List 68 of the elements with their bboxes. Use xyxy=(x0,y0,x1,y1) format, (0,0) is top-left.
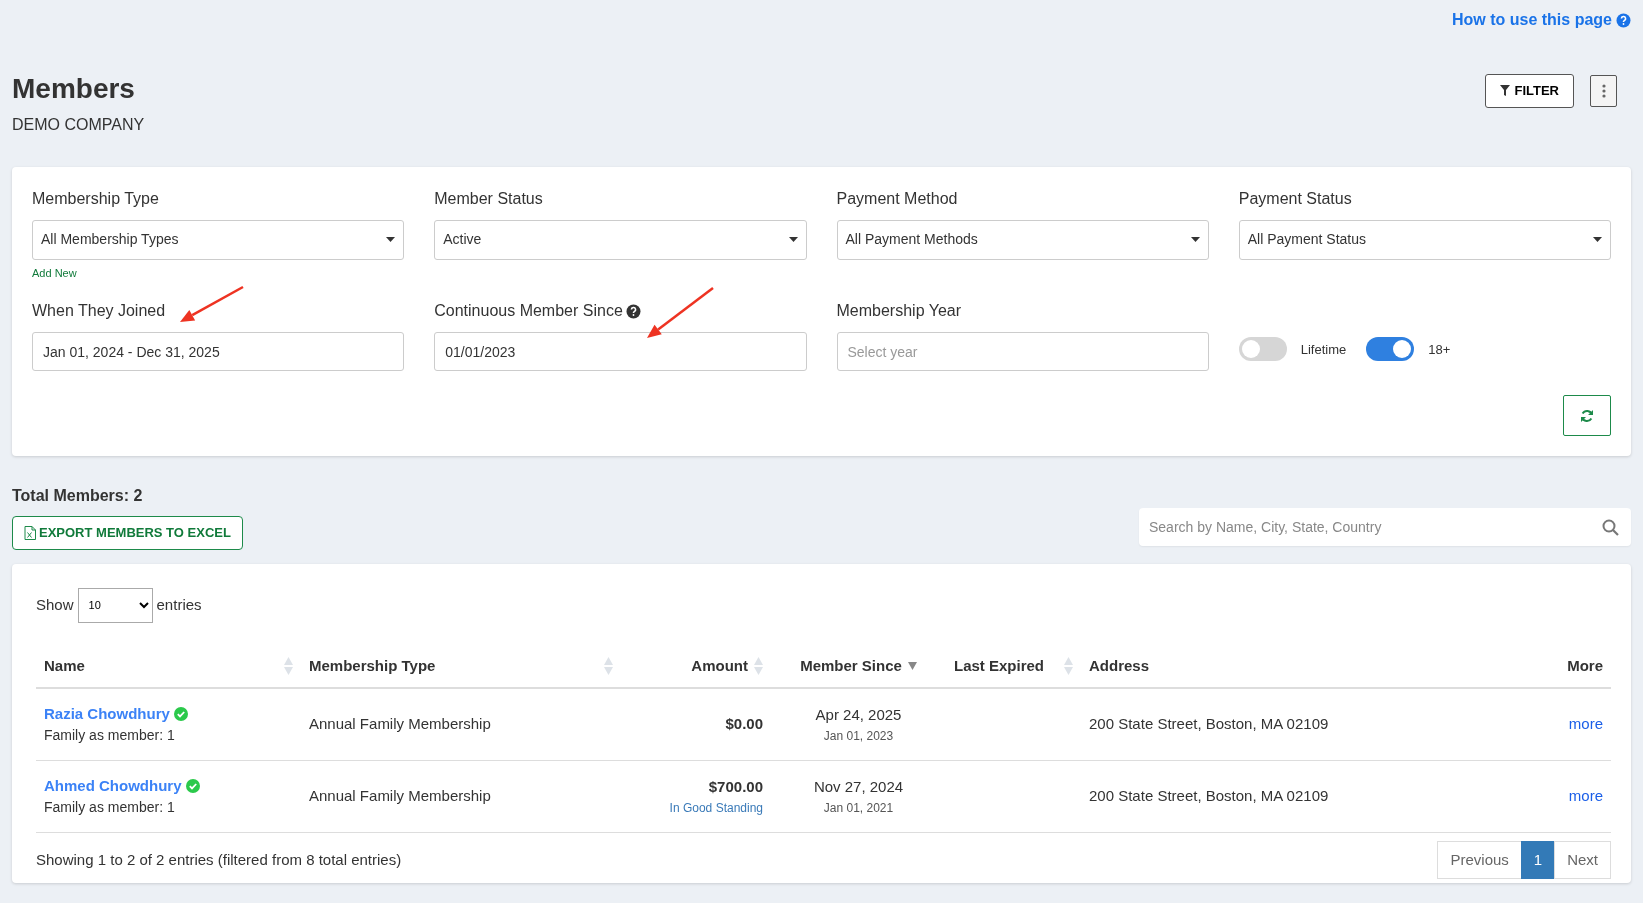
caret-icon xyxy=(386,237,396,243)
excel-file-icon xyxy=(24,526,36,541)
entries-label: entries xyxy=(156,595,202,616)
original-join-date: Jan 01, 2021 xyxy=(822,799,895,817)
membership-type: Annual Family Membership xyxy=(309,787,491,805)
dropdown[interactable]: All Membership Types xyxy=(32,219,405,260)
dots-icon xyxy=(1601,83,1606,98)
dropdown[interactable]: Active xyxy=(434,219,807,260)
address: 200 State Street, Boston, MA 02109 xyxy=(1089,715,1329,733)
family-count: Family as member: 1 xyxy=(44,798,176,818)
member-name-link[interactable]: Ahmed Chowdhury xyxy=(44,774,182,798)
column-header[interactable]: More xyxy=(1531,644,1611,689)
toggle-switch[interactable] xyxy=(1366,337,1415,362)
more-link[interactable]: more xyxy=(1568,787,1603,805)
export-button[interactable]: EXPORT MEMBERS TO EXCEL xyxy=(12,516,243,550)
caret-icon xyxy=(1593,237,1602,243)
member-since-date: Apr 24, 2025 xyxy=(814,705,903,726)
dropdown[interactable]: All Payment Status xyxy=(1238,219,1611,260)
field-label: Membership Type xyxy=(32,188,159,209)
field-label: When They Joined xyxy=(32,301,166,322)
address: 200 State Street, Boston, MA 02109 xyxy=(1089,787,1329,805)
family-count: Family as member: 1 xyxy=(44,726,176,746)
help-link[interactable]: How to use this page xyxy=(1452,8,1631,32)
filter-button[interactable]: FILTER xyxy=(1485,74,1574,108)
show-label: Show xyxy=(36,595,74,616)
field-label: Member Status xyxy=(434,188,543,209)
column-header[interactable]: Address xyxy=(1081,644,1531,689)
membership-type: Annual Family Membership xyxy=(309,715,491,733)
search-icon xyxy=(1602,518,1619,536)
amount: $0.00 xyxy=(724,714,763,735)
column-header[interactable]: Name xyxy=(36,644,301,689)
page-size-select[interactable]: 10 xyxy=(77,587,153,623)
pagination-button[interactable]: Next xyxy=(1554,840,1611,880)
member-name-link[interactable]: Razia Chowdhury xyxy=(44,702,170,726)
column-header[interactable]: Membership Type xyxy=(301,644,621,689)
member-since-date: Nov 27, 2024 xyxy=(812,777,905,798)
toggle-switch[interactable] xyxy=(1238,337,1287,362)
more-link[interactable]: more xyxy=(1568,715,1603,733)
input-field[interactable]: Jan 01, 2024 - Dec 31, 2025 xyxy=(32,332,405,372)
total-count: Total Members: 2 xyxy=(12,486,144,507)
caret-icon xyxy=(788,237,798,243)
page-title: Members xyxy=(12,74,136,105)
field-label: Payment Status xyxy=(1238,188,1352,209)
toggle-label: 18+ xyxy=(1428,340,1451,359)
refresh-button[interactable] xyxy=(1563,395,1611,437)
field-label: Continuous Member Since xyxy=(434,301,623,322)
column-header[interactable]: Member Since xyxy=(771,644,946,689)
amount: $700.00 xyxy=(707,777,763,798)
field-label: Payment Method xyxy=(836,188,958,209)
input-field[interactable]: 01/01/2023 xyxy=(434,332,807,372)
payment-status: In Good Standing xyxy=(668,799,763,817)
refresh-icon xyxy=(1580,408,1594,423)
table-info: Showing 1 to 2 of 2 entries (filtered from 8 total entries) xyxy=(36,849,402,870)
column-header[interactable]: Amount xyxy=(621,644,771,689)
pagination-button[interactable]: Previous xyxy=(1437,840,1522,880)
caret-icon xyxy=(1190,237,1200,243)
more-options-button[interactable] xyxy=(1590,74,1617,107)
column-header[interactable]: Last Expired xyxy=(946,644,1081,689)
add-new-link[interactable]: Add New xyxy=(32,264,77,282)
field-label: Membership Year xyxy=(836,301,961,322)
input-field[interactable]: Select year xyxy=(836,332,1209,372)
help-icon xyxy=(1616,12,1631,28)
dropdown[interactable]: All Payment Methods xyxy=(836,219,1209,260)
search-field[interactable]: Search by Name, City, State, Country xyxy=(1139,507,1631,546)
company-name: DEMO COMPANY xyxy=(12,114,145,135)
original-join-date: Jan 01, 2023 xyxy=(822,727,895,745)
filter-icon xyxy=(1500,85,1511,97)
toggle-label: Lifetime xyxy=(1300,340,1347,359)
